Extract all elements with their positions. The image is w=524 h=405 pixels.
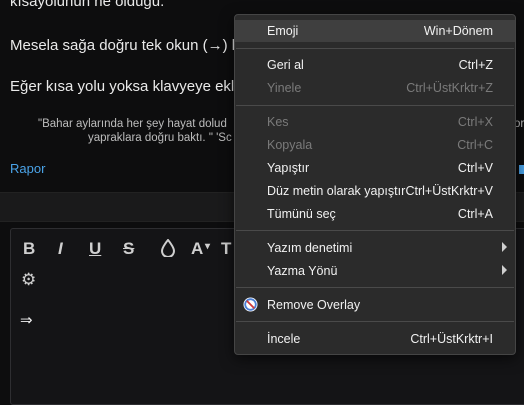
font-color-button[interactable]: A — [191, 239, 203, 259]
strikethrough-button[interactable]: S — [123, 239, 134, 259]
underline-button[interactable]: U — [89, 239, 101, 259]
remove-overlay-icon — [243, 297, 258, 315]
menu-item-cut[interactable]: Kes Ctrl+X — [235, 111, 515, 133]
menu-item-label: Emoji — [267, 24, 299, 38]
ink-drop-icon[interactable] — [160, 238, 176, 262]
menu-item-label: Yapıştır — [267, 161, 310, 175]
article-line-3: Eğer kısa yolu yoksa klavyeye ekle — [10, 78, 243, 95]
chevron-right-icon — [502, 242, 507, 252]
menu-item-shortcut: Ctrl+ÜstKrktr+V — [405, 184, 493, 198]
article-line-1: kısayolunun ne olduğu. — [10, 0, 165, 10]
menu-item-shortcut: Ctrl+C — [457, 138, 493, 152]
report-link[interactable]: Rapor — [10, 161, 45, 176]
context-menu: Emoji Win+Dönem Geri al Ctrl+Z Yinele Ct… — [234, 14, 516, 355]
text-size-button[interactable]: T — [221, 239, 231, 259]
menu-item-label: Kes — [267, 115, 289, 129]
menu-item-label: Düz metin olarak yapıştır — [267, 184, 406, 198]
menu-separator — [236, 48, 514, 49]
menu-item-remove-overlay[interactable]: Remove Overlay — [235, 294, 515, 316]
quote-line-2: yapraklara doğru baktı. " 'Sc — [88, 132, 232, 144]
article-line-2: Mesela sağa doğru tek okun (→) k — [10, 37, 240, 54]
menu-item-undo[interactable]: Geri al Ctrl+Z — [235, 54, 515, 76]
menu-separator — [236, 105, 514, 106]
menu-item-shortcut: Ctrl+ÜstKrktr+Z — [406, 81, 493, 95]
partial-link-icon — [519, 165, 524, 174]
chevron-right-icon — [502, 265, 507, 275]
menu-item-paste-plain[interactable]: Düz metin olarak yapıştır Ctrl+ÜstKrktr+… — [235, 180, 515, 202]
menu-item-copy[interactable]: Kopyala Ctrl+C — [235, 134, 515, 156]
gear-icon[interactable]: ⚙ — [21, 270, 36, 290]
menu-item-select-all[interactable]: Tümünü seç Ctrl+A — [235, 203, 515, 225]
chevron-down-icon[interactable]: ▾ — [205, 241, 210, 252]
menu-item-label: Kopyala — [267, 138, 313, 152]
menu-separator — [236, 321, 514, 322]
menu-item-redo[interactable]: Yinele Ctrl+ÜstKrktr+Z — [235, 77, 515, 99]
bold-button[interactable]: B — [23, 239, 35, 259]
menu-item-label: İncele — [267, 332, 301, 346]
menu-item-spellcheck[interactable]: Yazım denetimi — [235, 237, 515, 259]
menu-item-shortcut: Ctrl+V — [457, 161, 493, 175]
menu-item-label: Yazma Yönü — [267, 264, 338, 278]
menu-item-label: Geri al — [267, 58, 304, 72]
menu-item-shortcut: Win+Dönem — [423, 24, 493, 38]
italic-button[interactable]: I — [58, 239, 63, 259]
menu-item-paste[interactable]: Yapıştır Ctrl+V — [235, 157, 515, 179]
quote-line-1: "Bahar aylarında her şey hayat dolud — [38, 118, 227, 130]
menu-item-shortcut: Ctrl+X — [457, 115, 493, 129]
menu-item-label: Remove Overlay — [267, 298, 361, 312]
menu-item-shortcut: Ctrl+ÜstKrktr+I — [410, 332, 493, 346]
menu-item-shortcut: Ctrl+A — [457, 207, 493, 221]
menu-separator — [236, 230, 514, 231]
menu-item-emoji[interactable]: Emoji Win+Dönem — [235, 20, 515, 42]
menu-item-label: Tümünü seç — [267, 207, 336, 221]
menu-separator — [236, 287, 514, 288]
menu-item-shortcut: Ctrl+Z — [458, 58, 493, 72]
menu-item-inspect[interactable]: İncele Ctrl+ÜstKrktr+I — [235, 328, 515, 350]
editor-content[interactable]: ⇒ — [20, 311, 33, 329]
menu-item-label: Yinele — [267, 81, 302, 95]
menu-item-writing-direction[interactable]: Yazma Yönü — [235, 260, 515, 282]
menu-item-label: Yazım denetimi — [267, 241, 353, 255]
